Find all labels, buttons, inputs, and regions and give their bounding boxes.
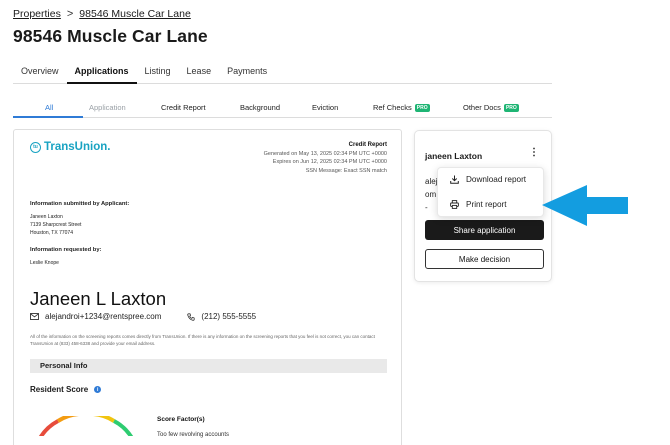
subtab-application[interactable]: Application bbox=[89, 103, 126, 112]
panel-applicant-name: janeen Laxton bbox=[425, 151, 483, 161]
download-report-item[interactable]: Download report bbox=[450, 175, 526, 184]
requested-name: Leslie Knope bbox=[30, 260, 59, 266]
panel-email-line-1: alej bbox=[425, 177, 438, 186]
more-options-icon[interactable]: ⋮ bbox=[529, 148, 539, 158]
credit-report-meta: Credit Report Generated on May 13, 2025 … bbox=[264, 141, 387, 175]
transunion-logo: tu TransUnion. bbox=[30, 141, 110, 153]
personal-info-section-header: Personal Info bbox=[30, 359, 387, 373]
tab-overview[interactable]: Overview bbox=[13, 60, 67, 84]
subtab-all-label: All bbox=[45, 103, 54, 112]
panel-email-fragment: alej om - bbox=[425, 175, 437, 214]
submitted-name: Janeen Laxton bbox=[30, 214, 63, 220]
requested-info: Information requested by: Leslie Knope bbox=[30, 246, 102, 267]
requested-header: Information requested by: bbox=[30, 247, 102, 253]
credit-report-title: Credit Report bbox=[348, 142, 387, 148]
transunion-logo-mark: tu bbox=[30, 141, 41, 153]
transunion-logo-text: TransUnion. bbox=[44, 141, 111, 153]
submitted-street: 7139 Sharpcrest Street bbox=[30, 222, 82, 228]
expires-date: Expires on Jun 12, 2025 02:34 PM UTC +00… bbox=[272, 159, 387, 165]
print-report-item[interactable]: Print report bbox=[450, 200, 507, 209]
score-factor-item: Too few revolving accounts bbox=[157, 432, 230, 438]
printer-icon bbox=[450, 200, 459, 209]
panel-email-line-3: - bbox=[425, 203, 428, 212]
tab-payments[interactable]: Payments bbox=[219, 60, 275, 84]
subtab-background[interactable]: Background bbox=[240, 103, 280, 112]
email-item: alejandroi+1234@rentspree.com bbox=[30, 312, 161, 321]
submitted-header: Information submitted by Applicant: bbox=[30, 201, 130, 207]
download-icon bbox=[450, 175, 459, 184]
panel-email-line-2: om bbox=[425, 190, 437, 199]
page-title: 98546 Muscle Car Lane bbox=[13, 26, 208, 46]
pro-badge: PRO bbox=[503, 103, 519, 112]
contact-row: alejandroi+1234@rentspree.com (212) 555-… bbox=[30, 312, 256, 321]
resident-score-heading: Resident Score i bbox=[30, 385, 102, 394]
tab-listing[interactable]: Listing bbox=[137, 60, 179, 84]
share-application-button[interactable]: Share application bbox=[425, 220, 544, 240]
ssn-message: SSN Message: Exact SSN match bbox=[305, 167, 387, 174]
report-actions-menu: Download report Print report bbox=[437, 167, 544, 217]
mail-icon bbox=[30, 313, 39, 320]
credit-report-card: tu TransUnion. Credit Report Generated o… bbox=[13, 129, 402, 445]
submitted-city: Houston, TX 77074 bbox=[30, 230, 73, 236]
subtab-ref-checks-label: Ref Checks bbox=[373, 103, 412, 112]
chevron-right-icon: > bbox=[66, 8, 74, 20]
submitted-info: Information submitted by Applicant: Jane… bbox=[30, 200, 129, 237]
subtab-credit-report[interactable]: Credit Report bbox=[161, 103, 206, 112]
download-report-label: Download report bbox=[466, 175, 527, 184]
report-sub-tabs: All Application Credit Report Background… bbox=[13, 98, 552, 118]
pro-badge: PRO bbox=[414, 103, 430, 112]
phone-item: (212) 555-5555 bbox=[187, 312, 256, 321]
subtab-credit-report-label: Credit Report bbox=[161, 103, 206, 112]
main-tabs: Overview Applications Listing Lease Paym… bbox=[13, 60, 552, 84]
phone-icon bbox=[187, 312, 196, 321]
arrow-left-icon bbox=[542, 185, 628, 226]
breadcrumb-current[interactable]: 98546 Muscle Car Lane bbox=[79, 8, 191, 20]
disclaimer-text: All of the information on the screening … bbox=[30, 334, 375, 346]
info-icon[interactable]: i bbox=[94, 386, 102, 393]
tab-applications[interactable]: Applications bbox=[66, 60, 137, 84]
subtab-ref-checks[interactable]: Ref Checks PRO bbox=[373, 103, 430, 112]
subtab-other-docs-label: Other Docs bbox=[463, 103, 501, 112]
active-subtab-indicator bbox=[13, 116, 83, 118]
subtab-other-docs[interactable]: Other Docs PRO bbox=[463, 103, 519, 112]
breadcrumb-properties-link[interactable]: Properties bbox=[13, 8, 61, 20]
applicant-phone: (212) 555-5555 bbox=[201, 312, 257, 321]
breadcrumb: Properties > 98546 Muscle Car Lane bbox=[13, 8, 191, 20]
applicant-email: alejandroi+1234@rentspree.com bbox=[45, 312, 162, 321]
subtab-eviction-label: Eviction bbox=[312, 103, 339, 112]
make-decision-button[interactable]: Make decision bbox=[425, 249, 544, 269]
tab-lease[interactable]: Lease bbox=[179, 60, 220, 84]
applicant-full-name: Janeen L Laxton bbox=[30, 288, 167, 309]
print-report-label: Print report bbox=[466, 200, 507, 209]
subtab-background-label: Background bbox=[240, 103, 281, 112]
resident-score-label: Resident Score bbox=[30, 385, 89, 394]
score-factors-label: Score Factor(s) bbox=[157, 416, 205, 423]
subtab-all[interactable]: All bbox=[45, 103, 53, 112]
subtab-application-label: Application bbox=[89, 103, 126, 112]
subtab-eviction[interactable]: Eviction bbox=[312, 103, 338, 112]
resident-score-gauge bbox=[38, 416, 134, 436]
generated-date: Generated on May 13, 2025 02:34 PM UTC +… bbox=[263, 150, 387, 157]
